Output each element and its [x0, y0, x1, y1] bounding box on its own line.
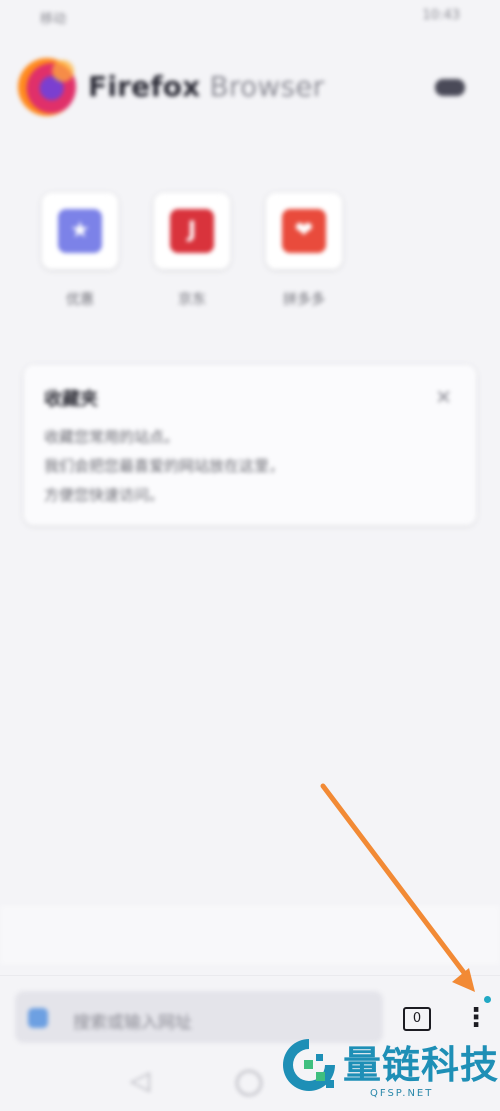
brand-title: Firefox Browser	[88, 70, 324, 103]
top-site-3[interactable]: ❤ 拼多多	[264, 193, 344, 309]
brand-suffix: Browser	[200, 70, 325, 103]
card-body: 收藏您常用的站点。 我们会把您最喜爱的网站放在这里， 方便您快速访问。	[44, 423, 449, 510]
private-mode-mask-icon[interactable]	[435, 79, 465, 96]
brand-name: Firefox	[88, 70, 201, 103]
top-site-tile: J	[154, 193, 230, 269]
card-title: 收藏夹	[44, 389, 98, 410]
watermark-url: QFSP.NET	[370, 1088, 434, 1099]
jd-icon: J	[170, 209, 214, 253]
notification-dot-icon	[484, 996, 491, 1003]
home-icon[interactable]	[236, 1070, 262, 1096]
close-icon[interactable]: ✕	[435, 385, 452, 409]
tabs-counter-button[interactable]: 0	[403, 1007, 431, 1031]
collections-card: 收藏夹 ✕ 收藏您常用的站点。 我们会把您最喜爱的网站放在这里， 方便您快速访问…	[24, 365, 476, 525]
watermark: 量链科技 QFSP.NET	[280, 1030, 500, 1111]
top-site-label: 拼多多	[283, 292, 325, 308]
card-line: 收藏您常用的站点。	[44, 428, 180, 446]
watermark-name: 量链科技	[343, 1042, 500, 1087]
status-bar: 移动 10:43	[0, 0, 500, 34]
top-sites: ★ 优惠 J 京东 ❤ 拼多多	[40, 193, 360, 313]
top-site-label: 优惠	[66, 292, 94, 308]
pdd-icon: ❤	[282, 209, 326, 253]
top-site-tile: ★	[42, 193, 118, 269]
card-line: 方便您快速访问。	[44, 486, 165, 504]
watermark-logo-icon	[283, 1039, 335, 1091]
status-carrier: 移动	[40, 12, 67, 27]
star-icon: ★	[58, 209, 102, 253]
divider-band	[0, 905, 500, 965]
status-time: 10:43	[422, 8, 460, 23]
top-site-tile: ❤	[266, 193, 342, 269]
top-site-1[interactable]: ★ 优惠	[40, 193, 120, 309]
top-site-label: 京东	[178, 292, 206, 308]
top-site-2[interactable]: J 京东	[152, 193, 232, 309]
back-icon[interactable]: ◁	[130, 1066, 150, 1096]
firefox-logo-icon	[18, 58, 76, 116]
browser-header: Firefox Browser	[0, 52, 500, 124]
card-line: 我们会把您最喜爱的网站放在这里，	[44, 457, 285, 475]
